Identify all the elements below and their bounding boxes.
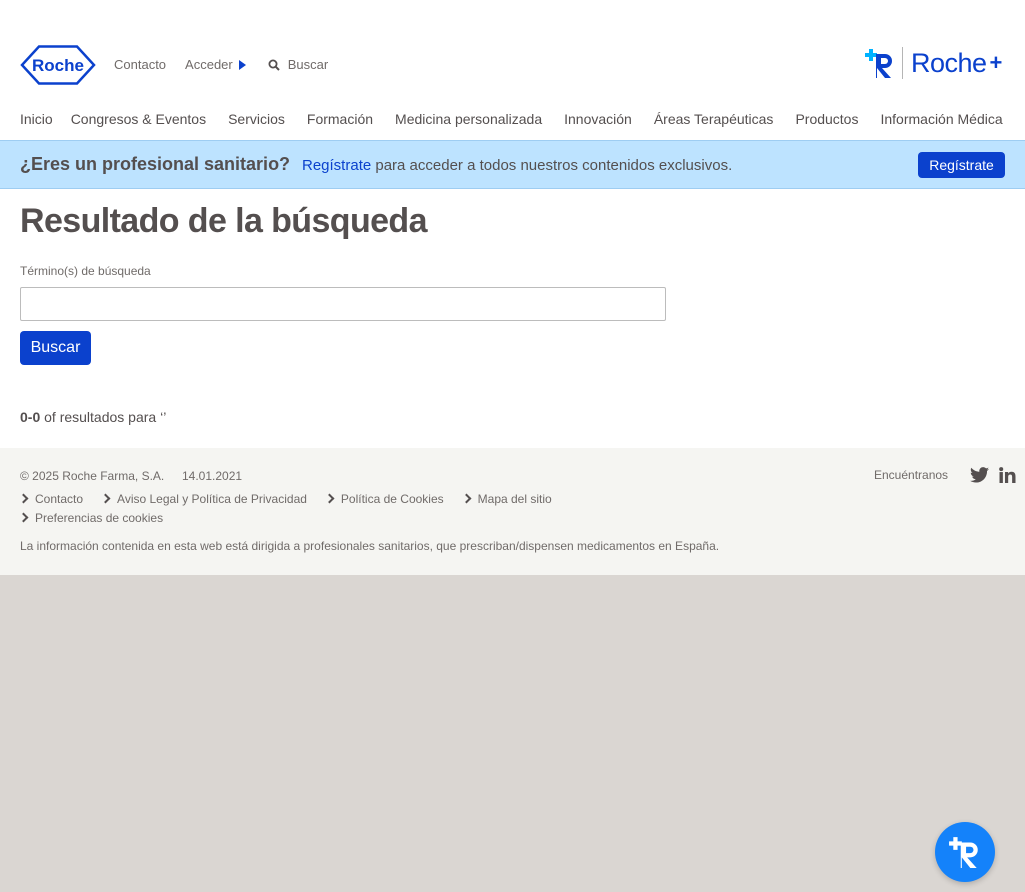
chevron-right-icon	[18, 512, 29, 523]
footer-link-label: Contacto	[35, 491, 84, 506]
twitter-icon[interactable]	[970, 467, 990, 483]
chevron-right-icon	[324, 493, 335, 504]
search-field-label: Término(s) de búsqueda	[20, 264, 151, 278]
footer-link-contacto[interactable]: Contacto	[18, 489, 84, 508]
roche-plus-text: Roche	[911, 47, 987, 78]
chevron-right-icon	[100, 493, 111, 504]
search-button[interactable]: Buscar	[20, 331, 91, 365]
footer-link-cookies[interactable]: Política de Cookies	[324, 489, 444, 508]
contact-link[interactable]: Contacto	[114, 57, 166, 72]
header-search[interactable]: Buscar	[268, 57, 328, 72]
login-label: Acceder	[185, 57, 233, 72]
footer-link-label: Política de Cookies	[340, 491, 444, 506]
footer-link-cookie-preferences[interactable]: Preferencias de cookies	[18, 508, 164, 527]
footer-links: Contacto Aviso Legal y Política de Priva…	[18, 489, 580, 527]
linkedin-icon[interactable]	[999, 467, 1016, 483]
page-title: Resultado de la búsqueda	[20, 202, 428, 240]
footer-link-label: Mapa del sitio	[477, 491, 552, 506]
roche-plus-brand[interactable]: Roche +	[864, 47, 1002, 79]
footer-disclaimer: La información contenida en esta web est…	[20, 539, 720, 553]
results-summary: 0-0 of resultados para ‘’	[20, 409, 166, 425]
caret-right-icon	[238, 59, 246, 70]
chevron-right-icon	[18, 493, 29, 504]
footer-link-aviso-legal[interactable]: Aviso Legal y Política de Privacidad	[100, 489, 307, 508]
login-link[interactable]: Acceder	[185, 57, 246, 72]
footer-copyright: © 2025 Roche Farma, S.A.	[20, 469, 165, 483]
roche-logo-text: Roche	[32, 56, 84, 75]
social-label: Encuéntranos	[874, 468, 949, 482]
nav-item-formacion[interactable]: Formación	[307, 111, 373, 127]
chevron-right-icon	[461, 493, 472, 504]
search-icon	[268, 59, 280, 71]
nav-item-areas-terapeuticas[interactable]: Áreas Terapéuticas	[654, 111, 774, 127]
site-footer: © 2025 Roche Farma, S.A. 14.01.2021 Cont…	[0, 448, 1025, 575]
header-search-label: Buscar	[287, 57, 329, 72]
banner-question: ¿Eres un profesional sanitario?	[20, 154, 291, 174]
nav-item-innovacion[interactable]: Innovación	[564, 111, 632, 127]
register-button[interactable]: Regístrate	[918, 152, 1005, 178]
roche-plus-sign: +	[989, 50, 1003, 75]
main-nav: Inicio Congresos & Eventos Servicios For…	[20, 111, 1025, 127]
professional-banner: ¿Eres un profesional sanitario? Regístra…	[0, 140, 1025, 189]
footer-link-label: Preferencias de cookies	[35, 510, 164, 525]
page: Roche Contacto Acceder Buscar Roche + In…	[0, 0, 1025, 575]
results-text: of resultados para ‘’	[40, 409, 167, 425]
footer-social: Encuéntranos	[874, 467, 1016, 483]
banner-register-link[interactable]: Regístrate	[302, 157, 371, 174]
nav-item-informacion-medica[interactable]: Información Médica	[880, 111, 1002, 127]
footer-link-label: Aviso Legal y Política de Privacidad	[117, 491, 307, 506]
nav-item-inicio[interactable]: Inicio	[20, 111, 53, 127]
results-range: 0-0	[20, 409, 41, 425]
site-header: Roche Contacto Acceder Buscar Roche + In…	[0, 0, 1025, 140]
brand-divider	[902, 47, 903, 79]
banner-message-text: para acceder a todos nuestros contenidos…	[371, 157, 733, 174]
nav-item-congresos[interactable]: Congresos & Eventos	[71, 111, 206, 127]
search-input[interactable]	[20, 287, 666, 321]
roche-plus-floating-button[interactable]	[935, 822, 995, 882]
top-links: Contacto Acceder Buscar	[114, 57, 328, 72]
nav-item-productos[interactable]: Productos	[795, 111, 858, 127]
nav-item-medicina-personalizada[interactable]: Medicina personalizada	[395, 111, 542, 127]
footer-date: 14.01.2021	[182, 469, 243, 483]
roche-logo[interactable]: Roche	[20, 45, 96, 85]
nav-item-servicios[interactable]: Servicios	[228, 111, 285, 127]
banner-message: Regístrate para acceder a todos nuestros…	[302, 157, 732, 174]
roche-plus-icon	[865, 49, 892, 78]
roche-plus-icon	[949, 837, 978, 868]
footer-link-sitemap[interactable]: Mapa del sitio	[461, 489, 552, 508]
